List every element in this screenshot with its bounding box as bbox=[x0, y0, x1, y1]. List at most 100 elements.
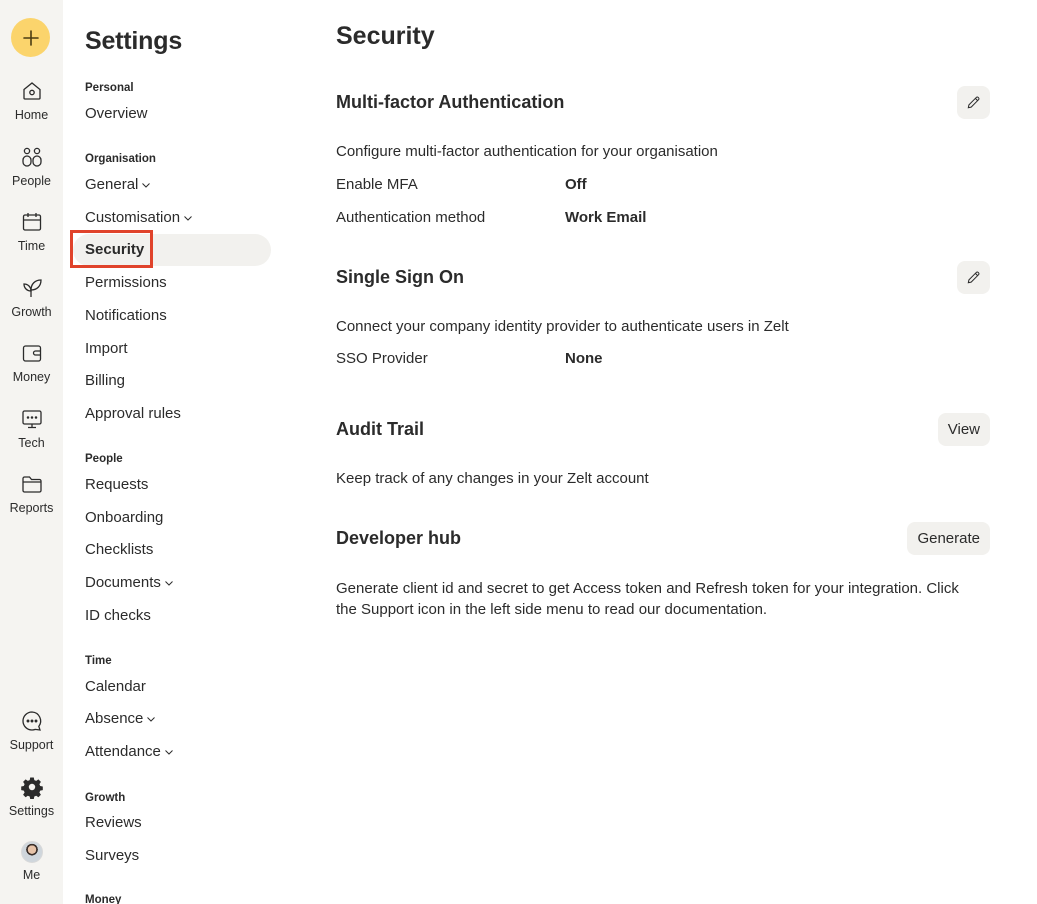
rail-item-me[interactable]: Me bbox=[0, 841, 63, 882]
rail-item-tech[interactable]: Tech bbox=[0, 407, 63, 450]
sidebar-item-label: Attendance bbox=[85, 743, 161, 760]
group-heading-growth: Growth bbox=[85, 792, 126, 804]
app-root: Home People Time Growth Money Tech Repor… bbox=[0, 0, 1037, 904]
rail-label-me: Me bbox=[22, 868, 41, 882]
sidebar-item-label: General bbox=[85, 176, 139, 193]
sso-provider-label: SSO Provider bbox=[336, 350, 428, 367]
pencil-icon bbox=[967, 96, 980, 109]
mfa-enable-label: Enable MFA bbox=[336, 176, 418, 193]
rail-label-support: Support bbox=[9, 738, 54, 752]
sidebar-item-label: Reviews bbox=[85, 814, 142, 831]
chat-icon bbox=[21, 711, 41, 731]
sso-description: Connect your company identity provider t… bbox=[336, 318, 789, 335]
mfa-method-value: Work Email bbox=[565, 209, 647, 226]
leaf-icon bbox=[22, 279, 42, 297]
sidebar-item-label: Customisation bbox=[85, 209, 181, 226]
rail-label-tech: Tech bbox=[18, 436, 45, 450]
rail-item-people[interactable]: People bbox=[0, 145, 63, 188]
sidebar-item-overview[interactable]: Overview bbox=[85, 105, 148, 122]
sidebar-item-notifications[interactable]: Notifications bbox=[85, 307, 167, 324]
sidebar-item-absence[interactable]: Absence bbox=[85, 710, 156, 727]
sidebar-item-label: Absence bbox=[85, 710, 144, 727]
sso-provider-value: None bbox=[565, 350, 603, 367]
sidebar-item-label: Permissions bbox=[85, 274, 167, 291]
folder-icon bbox=[21, 476, 42, 493]
sidebar-item-label: Checklists bbox=[85, 541, 154, 558]
rail-label-people: People bbox=[12, 174, 51, 188]
security-page: Security Multi-factor Authentication Con… bbox=[336, 0, 996, 904]
developer-description: Generate client id and secret to get Acc… bbox=[336, 580, 959, 618]
sidebar-item-id-checks[interactable]: ID checks bbox=[85, 607, 151, 624]
sidebar-item-label: Import bbox=[85, 340, 128, 357]
group-heading-organisation: Organisation bbox=[85, 153, 156, 165]
sidebar-item-approval-rules[interactable]: Approval rules bbox=[85, 405, 181, 422]
edit-sso-button[interactable] bbox=[957, 261, 990, 294]
rail-item-support[interactable]: Support bbox=[0, 709, 63, 752]
sidebar-item-attendance[interactable]: Attendance bbox=[85, 743, 174, 760]
calendar-icon bbox=[22, 213, 41, 231]
mfa-description: Configure multi-factor authentication fo… bbox=[336, 143, 718, 160]
mfa-enable-value: Off bbox=[565, 176, 587, 193]
rail-item-growth[interactable]: Growth bbox=[0, 276, 63, 319]
view-audit-button[interactable]: View bbox=[937, 413, 990, 446]
sidebar-item-requests[interactable]: Requests bbox=[85, 476, 148, 493]
sidebar-item-label: Documents bbox=[85, 574, 161, 591]
avatar bbox=[20, 841, 43, 863]
group-heading-people: People bbox=[85, 453, 123, 465]
sidebar-title: Settings bbox=[85, 27, 183, 55]
chevron-down-icon bbox=[147, 716, 156, 722]
rail-item-time[interactable]: Time bbox=[0, 210, 63, 253]
rail-item-reports[interactable]: Reports bbox=[0, 472, 63, 515]
sidebar-item-permissions[interactable]: Permissions bbox=[85, 274, 167, 291]
sidebar-item-label: Surveys bbox=[85, 847, 140, 864]
chevron-down-icon bbox=[165, 749, 173, 755]
mfa-method-label: Authentication method bbox=[336, 209, 486, 226]
audit-section-title: Audit Trail bbox=[336, 419, 425, 439]
sidebar-item-surveys[interactable]: Surveys bbox=[85, 847, 139, 864]
sidebar-item-label: Calendar bbox=[85, 678, 146, 695]
sidebar-item-label: Billing bbox=[85, 372, 126, 389]
sso-section-title: Single Sign On bbox=[336, 267, 465, 287]
monitor-icon bbox=[21, 410, 42, 429]
sidebar-item-label: Onboarding bbox=[85, 509, 164, 526]
sidebar-item-billing[interactable]: Billing bbox=[85, 372, 125, 389]
edit-mfa-button[interactable] bbox=[957, 86, 990, 119]
sidebar-item-customisation[interactable]: Customisation bbox=[85, 209, 193, 226]
rail-label-money: Money bbox=[12, 370, 51, 384]
group-heading-money: Money bbox=[85, 894, 122, 904]
sidebar-item-onboarding[interactable]: Onboarding bbox=[85, 509, 163, 526]
group-heading-personal: Personal bbox=[85, 82, 134, 94]
wallet-icon bbox=[22, 345, 41, 362]
plus-icon bbox=[22, 29, 39, 46]
sidebar-item-import[interactable]: Import bbox=[85, 340, 128, 357]
sidebar-item-label: Approval rules bbox=[85, 405, 181, 422]
developer-section-title: Developer hub bbox=[336, 528, 462, 548]
page-title: Security bbox=[336, 22, 435, 50]
rail-label-growth: Growth bbox=[11, 305, 52, 319]
rail-item-money[interactable]: Money bbox=[0, 341, 63, 384]
icon-rail: Home People Time Growth Money Tech Repor… bbox=[0, 0, 63, 904]
chevron-down-icon bbox=[142, 182, 151, 188]
sidebar-item-general[interactable]: General bbox=[85, 176, 151, 193]
add-button[interactable] bbox=[11, 18, 50, 57]
sidebar-item-reviews[interactable]: Reviews bbox=[85, 814, 142, 831]
audit-description: Keep track of any changes in your Zelt a… bbox=[336, 470, 649, 487]
home-icon bbox=[22, 82, 41, 100]
rail-label-reports: Reports bbox=[9, 501, 54, 515]
rail-label-home: Home bbox=[14, 108, 49, 122]
rail-item-settings[interactable]: Settings bbox=[0, 775, 63, 818]
sidebar-item-documents[interactable]: Documents bbox=[85, 574, 174, 591]
rail-item-home[interactable]: Home bbox=[0, 79, 63, 122]
sidebar-item-calendar[interactable]: Calendar bbox=[85, 678, 146, 695]
sidebar-item-label: ID checks bbox=[85, 607, 151, 624]
sidebar-item-label: Overview bbox=[85, 105, 148, 122]
highlight-box bbox=[70, 230, 153, 268]
gear-icon bbox=[20, 777, 43, 799]
sidebar-item-checklists[interactable]: Checklists bbox=[85, 541, 153, 558]
sidebar-item-label: Requests bbox=[85, 476, 149, 493]
people-icon bbox=[21, 147, 42, 167]
chevron-down-icon bbox=[184, 215, 192, 221]
generate-button[interactable]: Generate bbox=[907, 522, 990, 555]
rail-label-time: Time bbox=[17, 239, 46, 253]
mfa-section-title: Multi-factor Authentication bbox=[336, 92, 565, 112]
